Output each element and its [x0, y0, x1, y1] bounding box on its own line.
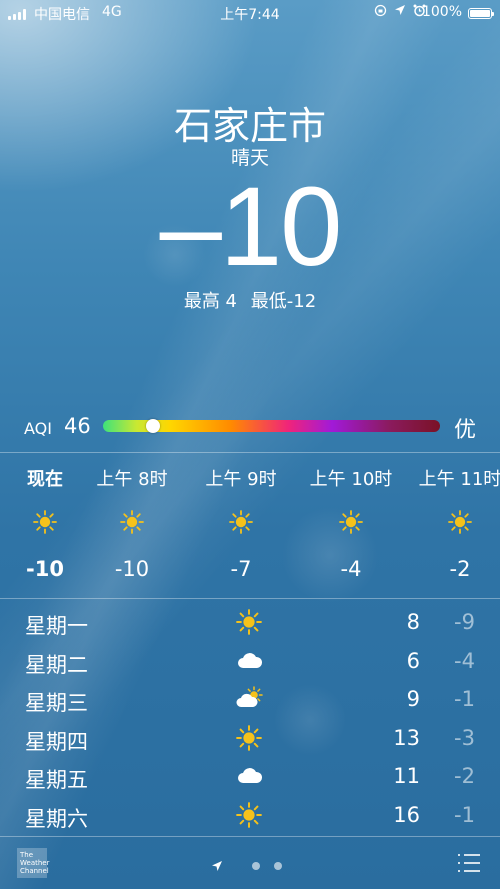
hour-temperature: -10 — [114, 557, 150, 581]
day-high: 9 — [406, 687, 420, 711]
day-high: 13 — [393, 725, 420, 750]
hour-temperature: -4 — [340, 557, 362, 581]
aqi-indicator — [146, 419, 161, 433]
sun-icon — [120, 510, 144, 534]
day-name: 星期四 — [25, 729, 88, 754]
high-low: 最高 4 最低-12 — [0, 287, 500, 313]
sun-icon — [229, 510, 253, 534]
sun-icon — [33, 510, 57, 534]
sun-icon — [236, 609, 264, 635]
location-arrow-icon — [212, 860, 223, 871]
daily-row: 星期三 9 -1 — [0, 681, 500, 719]
aqi-row[interactable]: AQI 46 优 — [24, 412, 476, 443]
battery-icon — [468, 8, 494, 19]
day-high: 11 — [393, 764, 420, 788]
low-temperature: 最低-12 — [250, 291, 317, 312]
sun-icon — [339, 510, 363, 534]
day-low: -1 — [454, 802, 475, 827]
aqi-level: 优 — [453, 418, 476, 443]
high-temperature: 最高 4 — [183, 291, 238, 312]
daily-row: 星期五 11 -2 — [0, 758, 500, 796]
day-name: 星期一 — [25, 614, 88, 638]
day-low: -3 — [454, 725, 475, 750]
day-low: -2 — [454, 764, 475, 788]
list-icon[interactable] — [458, 854, 480, 872]
partly-cloudy-icon — [236, 686, 264, 712]
status-icons — [374, 4, 426, 18]
hour-label: 上午 10时 — [309, 469, 393, 490]
page-dot[interactable] — [273, 861, 282, 870]
day-high: 6 — [406, 648, 420, 673]
day-low: -4 — [454, 648, 475, 673]
sun-icon — [236, 724, 264, 751]
day-high: 8 — [406, 610, 420, 634]
sun-icon — [236, 801, 264, 828]
current-temperature: –10 — [159, 164, 343, 289]
day-name: 星期二 — [25, 652, 88, 677]
cloud-icon — [236, 648, 264, 674]
page-dot[interactable] — [251, 861, 260, 870]
day-name: 星期三 — [25, 691, 88, 715]
location-icon — [395, 5, 406, 15]
lock-rotation-icon — [375, 4, 387, 17]
day-name: 星期六 — [25, 806, 88, 831]
sun-icon — [448, 510, 472, 534]
cloud-icon — [236, 763, 264, 789]
daily-row: 星期一 8 -9 — [0, 604, 500, 642]
page-indicator[interactable] — [0, 855, 500, 874]
divider — [0, 836, 500, 837]
city-name: 石家庄市 — [173, 104, 326, 148]
hour-label: 上午 9时 — [205, 469, 277, 490]
hour-label: 上午 11时 — [418, 469, 500, 490]
day-high: 16 — [393, 802, 420, 827]
daily-row: 星期六 16 -1 — [0, 797, 500, 835]
daily-row: 星期四 13 -3 — [0, 720, 500, 758]
day-low: -1 — [454, 687, 475, 711]
bottom-bar: The Weather Channel — [0, 838, 500, 889]
battery-percentage: 100% — [421, 4, 462, 20]
divider — [0, 598, 500, 599]
aqi-value: 46 — [64, 414, 91, 438]
hour-temperature: -7 — [230, 557, 252, 581]
daily-row: 星期二 6 -4 — [0, 643, 500, 681]
hour-temperature: -2 — [449, 557, 471, 581]
day-low: -9 — [454, 610, 475, 634]
aqi-scale-bar — [103, 419, 440, 433]
aqi-label: AQI — [24, 419, 52, 438]
hour-label: 上午 8时 — [96, 469, 168, 490]
day-name: 星期五 — [25, 768, 88, 792]
hourly-forecast[interactable]: 现在 -10 上午 8时 -10 上午 9时 -7 上午 10时 -4 上午 11时 -2 — [0, 452, 500, 598]
status-bar: 中国电信 4G 上午7:44 100% — [0, 0, 500, 26]
